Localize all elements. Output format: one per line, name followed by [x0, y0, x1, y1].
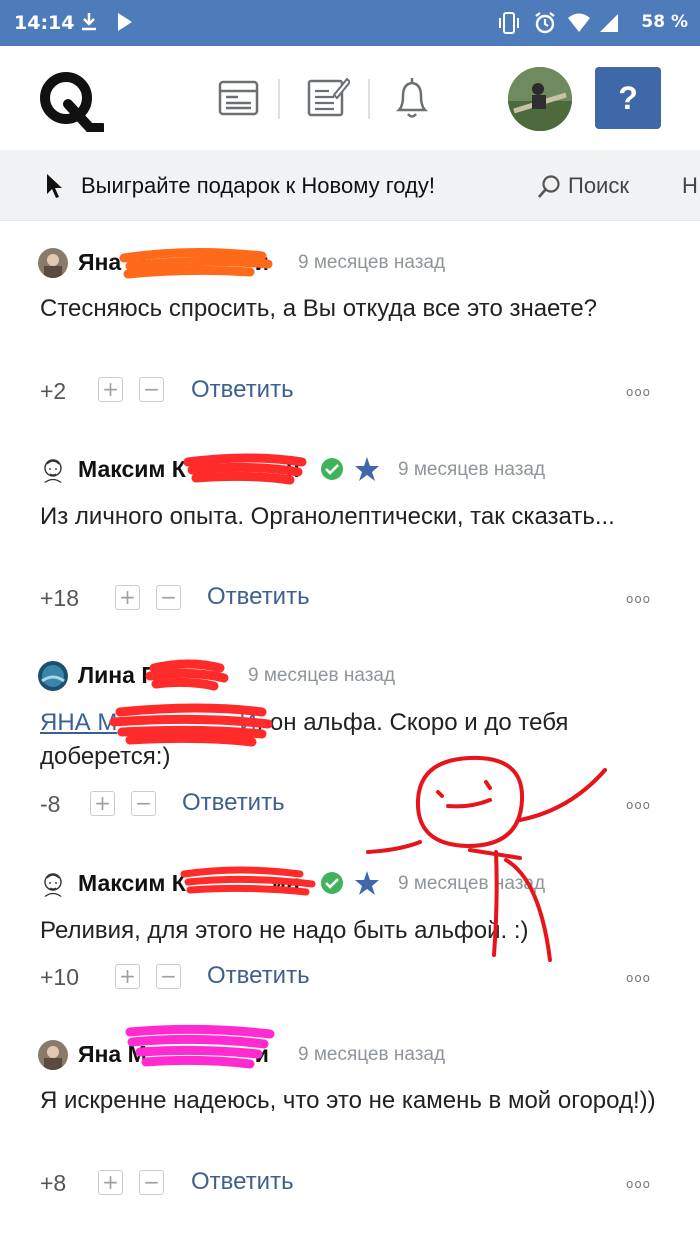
user-avatar[interactable] — [508, 67, 572, 131]
alarm-icon — [535, 12, 555, 34]
comment-text: Реливия, для этого не надо быть альфой. … — [40, 917, 529, 944]
star-icon — [355, 457, 379, 481]
reply-button[interactable]: Ответить — [207, 962, 310, 990]
avatar-sketch-icon — [38, 455, 68, 485]
feed-icon[interactable] — [218, 79, 260, 117]
comment-text: ЯНА М И, он альфа. Скоро и до тебя добере… — [40, 709, 569, 770]
verified-check-icon — [321, 458, 343, 480]
author-avatar[interactable] — [38, 248, 68, 278]
nav-divider — [278, 79, 280, 119]
author-avatar[interactable] — [38, 661, 68, 691]
author-name[interactable]: Яна Ми — [78, 249, 269, 276]
vote-score: +10 — [40, 964, 80, 990]
more-options-icon[interactable]: ooo — [626, 592, 651, 606]
comment-time[interactable]: 9 месяцев назад — [248, 665, 395, 687]
notifications-bell-icon[interactable] — [394, 76, 430, 122]
search-icon[interactable] — [536, 174, 562, 200]
battery-level: 58 % — [641, 12, 688, 32]
downvote-button[interactable]: − — [131, 791, 156, 816]
write-answer-icon[interactable] — [306, 75, 350, 119]
vote-score: +2 — [40, 378, 67, 404]
comment-time[interactable]: 9 месяцев назад — [298, 1044, 445, 1066]
nav-item-truncated[interactable]: Н — [682, 173, 698, 199]
avatar-photo-icon — [38, 661, 68, 691]
quora-logo-icon[interactable] — [38, 70, 104, 132]
author-name[interactable]: Максим Кн — [78, 456, 300, 483]
reply-button[interactable]: Ответить — [191, 1168, 294, 1196]
avatar-photo-icon — [38, 1040, 68, 1070]
verified-check-icon — [321, 872, 343, 894]
comment-time[interactable]: 9 месяцев назад — [398, 459, 545, 481]
user-mention-link[interactable]: ЯНА МИ — [40, 709, 257, 736]
comment-text: Из личного опыта. Органолептически, так … — [40, 503, 615, 530]
more-options-icon[interactable]: ooo — [626, 385, 651, 399]
redaction-scribble-red-2 — [145, 659, 229, 691]
upvote-button[interactable]: + — [115, 585, 140, 610]
more-options-icon[interactable]: ooo — [626, 971, 651, 985]
author-name[interactable]: Яна Ми — [78, 1041, 269, 1068]
upvote-button[interactable]: + — [98, 1170, 123, 1195]
signal-icon — [600, 14, 618, 32]
comment-time[interactable]: 9 месяцев назад — [398, 873, 545, 895]
downvote-button[interactable]: − — [156, 964, 181, 989]
author-name[interactable]: Максим Кин — [78, 870, 300, 897]
download-icon — [82, 13, 96, 31]
comment-text: Стесняюсь спросить, а Вы откуда все это … — [40, 295, 598, 322]
vote-score: +8 — [40, 1170, 67, 1196]
more-options-icon[interactable]: ooo — [626, 798, 651, 812]
comment-text: Я искренне надеюсь, что это не камень в … — [40, 1087, 656, 1114]
author-avatar[interactable] — [38, 455, 68, 485]
promo-link[interactable]: Выиграйте подарок к Новому году! — [81, 173, 435, 199]
reply-button[interactable]: Ответить — [191, 376, 294, 404]
author-name[interactable]: Лина Г — [78, 662, 154, 689]
cursor-icon — [47, 174, 62, 198]
vibrate-icon — [499, 12, 519, 34]
more-options-icon[interactable]: ooo — [626, 1177, 651, 1191]
reply-button[interactable]: Ответить — [207, 583, 310, 611]
ask-question-button[interactable]: ? — [595, 67, 661, 129]
author-avatar[interactable] — [38, 1040, 68, 1070]
avatar-sketch-icon — [38, 869, 68, 899]
nav-divider — [368, 79, 370, 119]
avatar-photo-icon — [508, 67, 572, 131]
status-time: 14:14 — [14, 12, 75, 34]
vote-score: -8 — [40, 791, 61, 817]
play-icon — [118, 13, 132, 31]
downvote-button[interactable]: − — [139, 377, 164, 402]
reply-button[interactable]: Ответить — [182, 789, 285, 817]
downvote-button[interactable]: − — [156, 585, 181, 610]
upvote-button[interactable]: + — [90, 791, 115, 816]
wifi-icon — [568, 13, 590, 32]
search-link[interactable]: Поиск — [568, 173, 629, 199]
downvote-button[interactable]: − — [139, 1170, 164, 1195]
upvote-button[interactable]: + — [115, 964, 140, 989]
comment-time[interactable]: 9 месяцев назад — [298, 252, 445, 274]
author-avatar[interactable] — [38, 869, 68, 899]
status-bar: 14:14 58 % — [0, 0, 700, 46]
upvote-button[interactable]: + — [98, 377, 123, 402]
vote-score: +18 — [40, 585, 80, 611]
avatar-photo-icon — [38, 248, 68, 278]
star-icon — [355, 871, 379, 895]
